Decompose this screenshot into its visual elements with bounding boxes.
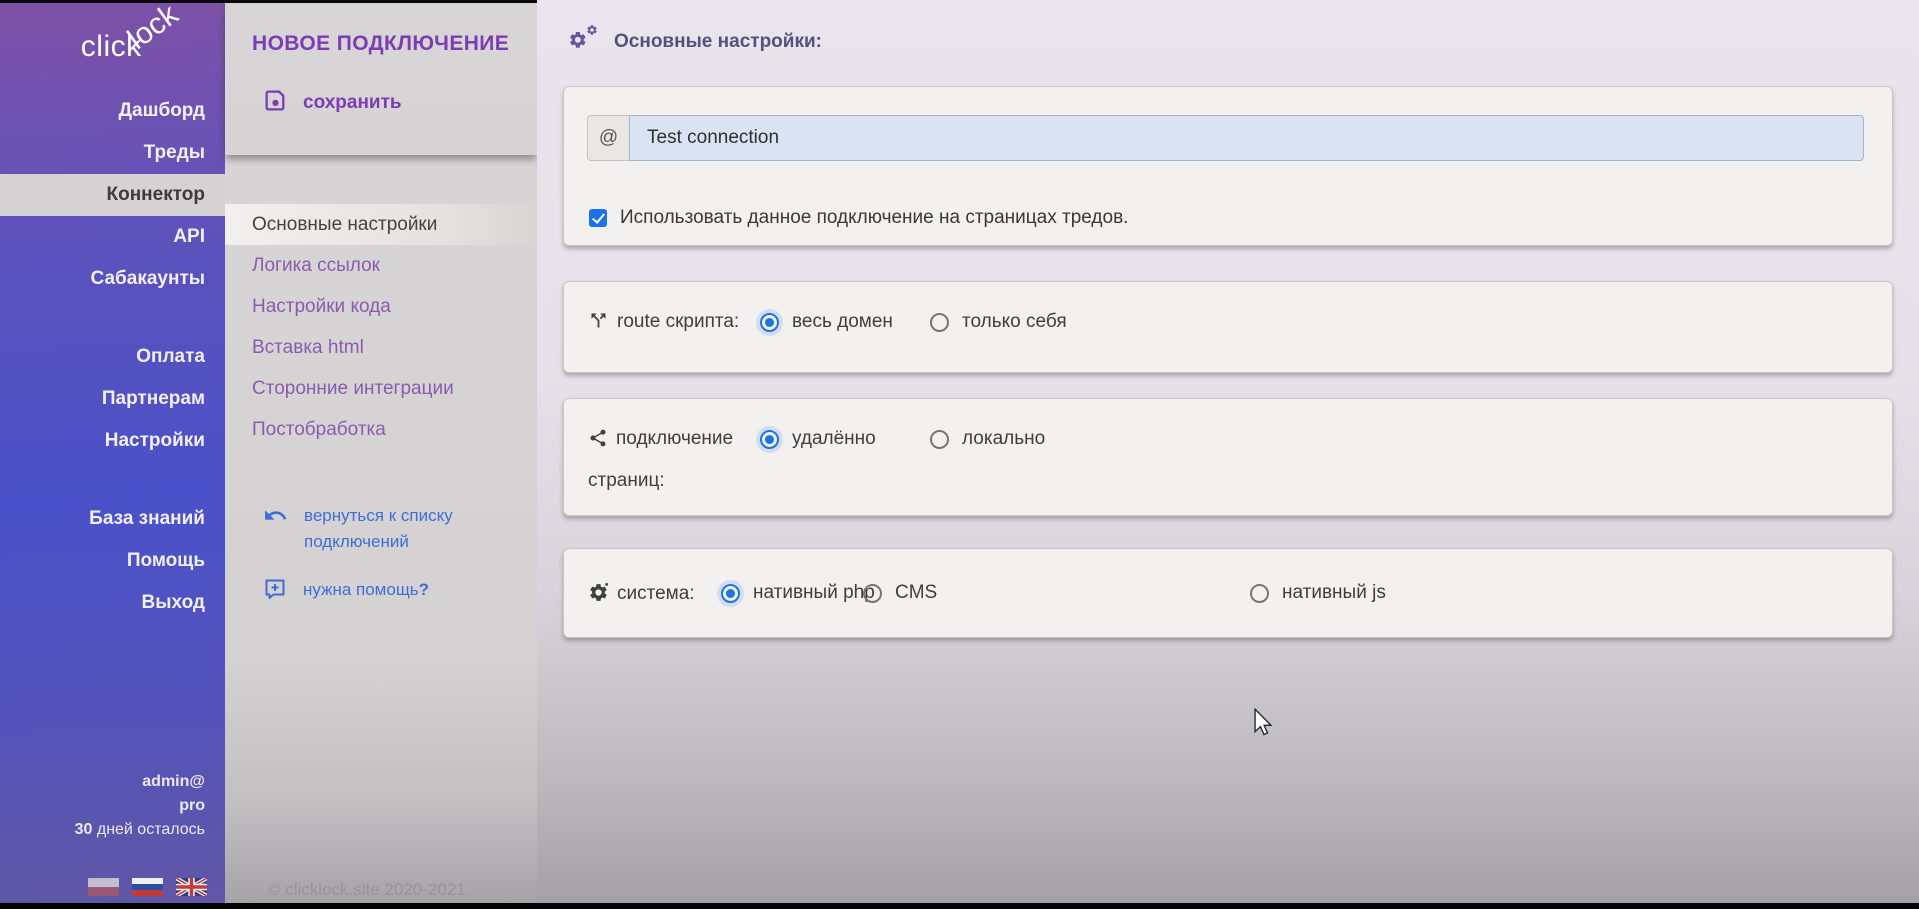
- radio-label: локально: [962, 428, 1045, 450]
- flag-ru-icon[interactable]: [132, 878, 163, 896]
- connection-name-input[interactable]: [629, 115, 1864, 161]
- clicklock-logo[interactable]: clicklock: [81, 30, 195, 64]
- use-on-threads-checkbox[interactable]: [589, 209, 607, 227]
- share-icon: [588, 424, 608, 462]
- menu-item-third-party[interactable]: Сторонние интеграции: [225, 368, 537, 409]
- radio-selected-icon[interactable]: [721, 584, 740, 603]
- radio-label: только себя: [962, 311, 1067, 333]
- sidebar-item-payment[interactable]: Оплата: [0, 336, 225, 378]
- route-script-card: route скрипта: весь домен только себя: [563, 281, 1893, 373]
- sidebar-item-logout[interactable]: Выход: [0, 582, 225, 624]
- undo-arrow-icon: [263, 503, 288, 533]
- sidebar-item-knowledge-base[interactable]: База знаний: [0, 498, 225, 540]
- system-card: система: нативный php CMS нативный js: [563, 548, 1893, 638]
- radio-option-native-js[interactable]: нативный js: [1250, 582, 1386, 604]
- add-comment-icon: [263, 577, 287, 606]
- save-button[interactable]: сохранить: [263, 88, 402, 118]
- sidebar-gap: [0, 462, 225, 498]
- at-prefix: @: [587, 115, 629, 161]
- back-link-label: вернуться к списку подключений: [304, 503, 489, 555]
- gears-icon: [567, 24, 601, 59]
- connection-panel: НОВОЕ ПОДКЛЮЧЕНИЕ сохранить Основные нас…: [225, 0, 537, 909]
- sidebar: clicklock Дашборд Треды Коннектор API Са…: [0, 0, 225, 909]
- need-help-link[interactable]: нужна помощь?: [225, 577, 537, 606]
- radio-option-native-php[interactable]: нативный php: [721, 582, 875, 604]
- language-switcher: [88, 878, 207, 896]
- account-email: admin@: [75, 770, 205, 794]
- help-link-label: нужна помощь?: [303, 577, 488, 603]
- menu-item-code-settings[interactable]: Настройки кода: [225, 286, 537, 327]
- sidebar-item-dashboard[interactable]: Дашборд: [0, 90, 225, 132]
- letterbox-bottom: [0, 903, 1919, 909]
- radio-option-local[interactable]: локально: [930, 428, 1045, 450]
- route-script-label: route скрипта:: [588, 303, 788, 345]
- account-plan: pro: [75, 794, 205, 818]
- radio-selected-icon[interactable]: [760, 313, 779, 332]
- sidebar-item-threads[interactable]: Треды: [0, 132, 225, 174]
- sidebar-gap: [0, 300, 225, 336]
- page-title: Основные настройки:: [614, 31, 822, 53]
- radio-selected-icon[interactable]: [760, 430, 779, 449]
- menu-item-html-insert[interactable]: Вставка html: [225, 327, 537, 368]
- connection-name-group: @: [587, 115, 1864, 161]
- radio-unselected-icon[interactable]: [863, 584, 882, 603]
- menu-item-basic-settings[interactable]: Основные настройки: [225, 204, 537, 245]
- sidebar-item-partners[interactable]: Партнерам: [0, 378, 225, 420]
- sidebar-item-subaccounts[interactable]: Сабакаунты: [0, 258, 225, 300]
- main-header: Основные настройки:: [567, 24, 822, 59]
- sidebar-item-help[interactable]: Помощь: [0, 540, 225, 582]
- radio-option-cms[interactable]: CMS: [863, 582, 937, 604]
- connection-name-card: @ Использовать данное подключение на стр…: [563, 86, 1893, 246]
- copyright: © clicklock.site 2020-2021: [268, 880, 466, 900]
- use-on-threads-row: Использовать данное подключение на стран…: [589, 207, 1128, 229]
- use-on-threads-label: Использовать данное подключение на стран…: [620, 207, 1128, 229]
- menu-item-postprocessing[interactable]: Постобработка: [225, 409, 537, 450]
- main-content: Основные настройки: @ Использовать данно…: [537, 0, 1919, 909]
- radio-unselected-icon[interactable]: [1250, 584, 1269, 603]
- letterbox-top: [0, 0, 537, 3]
- radio-label: нативный js: [1282, 582, 1386, 604]
- radio-label: удалённо: [792, 428, 876, 450]
- sidebar-item-connector[interactable]: Коннектор: [0, 174, 225, 216]
- radio-label: CMS: [895, 582, 937, 604]
- account-info: admin@ pro 30 дней осталось: [75, 770, 205, 842]
- back-to-connections-link[interactable]: вернуться к списку подключений: [225, 503, 537, 555]
- radio-label: весь домен: [792, 311, 893, 333]
- sidebar-item-settings[interactable]: Настройки: [0, 420, 225, 462]
- save-button-label: сохранить: [303, 92, 402, 114]
- connection-settings-menu: Основные настройки Логика ссылок Настрой…: [225, 204, 537, 450]
- radio-option-only-self[interactable]: только себя: [930, 311, 1067, 333]
- sidebar-nav: Дашборд Треды Коннектор API Сабакаунты О…: [0, 90, 225, 624]
- pages-connection-label: подключение страниц:: [588, 420, 788, 500]
- panel-header: НОВОЕ ПОДКЛЮЧЕНИЕ сохранить: [225, 0, 537, 155]
- panel-links: вернуться к списку подключений нужна пом…: [225, 503, 537, 628]
- app-window: clicklock Дашборд Треды Коннектор API Са…: [0, 0, 1919, 909]
- menu-item-link-logic[interactable]: Логика ссылок: [225, 245, 537, 286]
- sidebar-item-api[interactable]: API: [0, 216, 225, 258]
- route-split-icon: [588, 307, 609, 345]
- radio-unselected-icon[interactable]: [930, 313, 949, 332]
- radio-label: нативный php: [753, 582, 875, 604]
- system-gear-icon: [588, 579, 609, 617]
- save-icon: [263, 88, 288, 118]
- radio-option-remote[interactable]: удалённо: [760, 428, 876, 450]
- flag-uk-icon[interactable]: [176, 878, 207, 896]
- radio-unselected-icon[interactable]: [930, 430, 949, 449]
- panel-title: НОВОЕ ПОДКЛЮЧЕНИЕ: [252, 32, 509, 56]
- flag-pl-icon[interactable]: [88, 878, 119, 896]
- account-days-left: 30 дней осталось: [75, 818, 205, 842]
- pages-connection-card: подключение страниц: удалённо локально: [563, 398, 1893, 516]
- radio-option-whole-domain[interactable]: весь домен: [760, 311, 893, 333]
